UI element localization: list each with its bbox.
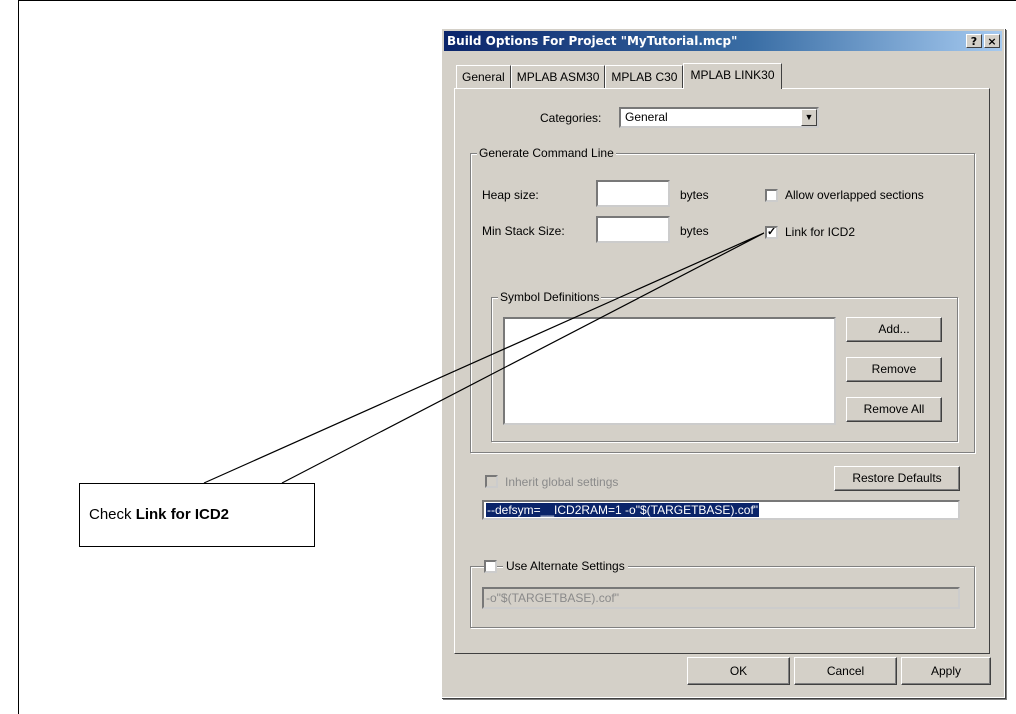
callout-text: Check Link for ICD2 [89, 506, 229, 523]
heap-size-input[interactable] [596, 180, 670, 207]
heap-size-label: Heap size: [482, 188, 539, 202]
build-options-dialog: Build Options For Project "MyTutorial.mc… [441, 28, 1005, 698]
symbol-definitions-list[interactable] [503, 317, 836, 425]
add-button[interactable]: Add... [846, 317, 942, 342]
inherit-global-checkbox[interactable] [485, 475, 498, 488]
chevron-down-icon[interactable]: ▼ [801, 109, 817, 126]
tab-mplab-asm30[interactable]: MPLAB ASM30 [510, 65, 606, 88]
command-line-text: --defsym=__ICD2RAM=1 -o"$(TARGETBASE).co… [486, 503, 760, 517]
alternate-settings-field[interactable]: -o"$(TARGETBASE).cof" [482, 587, 960, 609]
min-stack-size-input[interactable] [596, 216, 670, 243]
tab-mplab-link30[interactable]: MPLAB LINK30 [683, 63, 782, 89]
allow-overlapped-checkbox[interactable] [765, 189, 778, 202]
categories-value: General [625, 110, 668, 124]
use-alternate-checkbox[interactable] [484, 560, 497, 573]
allow-overlapped-label: Allow overlapped sections [785, 188, 924, 202]
min-stack-size-label: Min Stack Size: [482, 224, 565, 238]
heap-size-unit: bytes [680, 188, 709, 202]
symbol-group-title: Symbol Definitions [498, 290, 602, 304]
use-alternate-label: Use Alternate Settings [503, 559, 628, 573]
link-for-icd2-label: Link for ICD2 [785, 225, 856, 239]
help-button[interactable]: ? [966, 34, 982, 48]
min-stack-size-unit: bytes [680, 224, 709, 238]
link-for-icd2-checkbox[interactable]: ✓ [765, 226, 778, 239]
alternate-settings-text: -o"$(TARGETBASE).cof" [486, 591, 619, 605]
categories-select[interactable]: General ▼ [619, 107, 819, 128]
title-bar: Build Options For Project "MyTutorial.mc… [444, 31, 1002, 51]
tab-mplab-c30[interactable]: MPLAB C30 [605, 65, 684, 88]
remove-button[interactable]: Remove [846, 357, 942, 382]
remove-all-button[interactable]: Remove All [846, 397, 942, 422]
categories-label: Categories: [540, 111, 602, 125]
generate-group-title: Generate Command Line [477, 146, 616, 160]
tab-general[interactable]: General [456, 65, 511, 88]
tab-strip: General MPLAB ASM30 MPLAB C30 MPLAB LINK… [456, 63, 782, 89]
cancel-button[interactable]: Cancel [794, 657, 897, 685]
command-line-field[interactable]: --defsym=__ICD2RAM=1 -o"$(TARGETBASE).co… [482, 500, 960, 520]
dialog-title: Build Options For Project "MyTutorial.mc… [447, 34, 738, 48]
inherit-global-label: Inherit global settings [505, 475, 619, 489]
restore-defaults-button[interactable]: Restore Defaults [834, 466, 960, 491]
close-button[interactable]: × [984, 34, 1000, 48]
apply-button[interactable]: Apply [901, 657, 991, 685]
callout-bold: Link for ICD2 [135, 506, 230, 523]
callout-box: Check Link for ICD2 [79, 483, 315, 547]
callout-prefix: Check [89, 506, 136, 523]
ok-button[interactable]: OK [687, 657, 790, 685]
